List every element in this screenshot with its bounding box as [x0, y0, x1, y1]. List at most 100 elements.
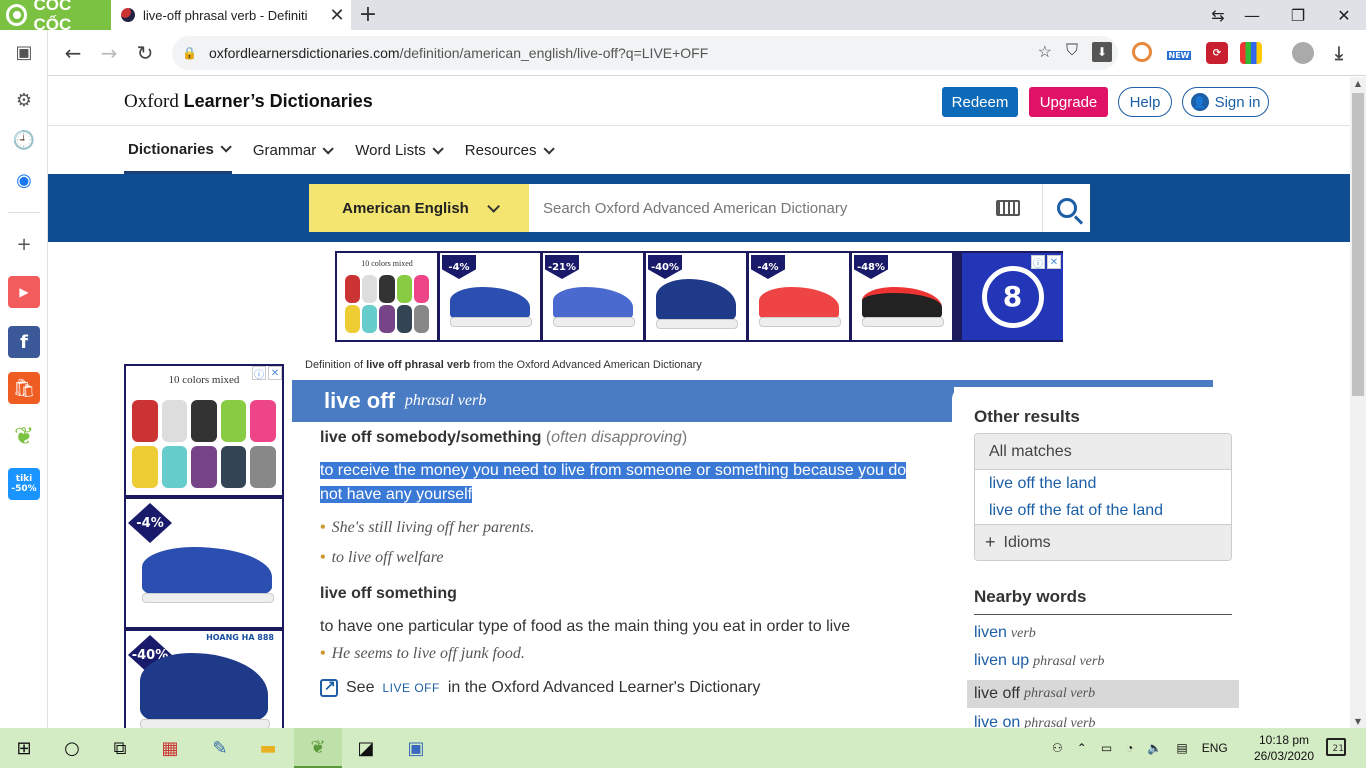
browser-tab-active[interactable]: live-off phrasal verb - Definiti ✕	[111, 0, 351, 30]
keyboard-tray-icon[interactable]: ▤	[1176, 741, 1187, 755]
sidebar-panel-icon[interactable]: ▣	[8, 36, 40, 68]
side-ad-close-icon[interactable]: ✕	[268, 366, 282, 380]
notification-center-icon[interactable]: 21	[1326, 738, 1346, 756]
search-circle-icon[interactable]: ○	[48, 728, 96, 768]
profile-avatar[interactable]	[1292, 42, 1314, 64]
youtube-icon[interactable]: ▶	[8, 276, 40, 308]
download-page-icon[interactable]: ⬇	[1092, 42, 1112, 62]
dictionary-selector[interactable]: American English	[309, 184, 529, 232]
keyboard-icon[interactable]	[996, 200, 1020, 216]
minimize-button[interactable]: —	[1228, 0, 1276, 30]
page-scrollbar[interactable]: ▲ ▼	[1350, 77, 1366, 728]
upgrade-button[interactable]: Upgrade	[1029, 87, 1108, 117]
extension-grid-icon[interactable]	[1240, 42, 1262, 64]
search-button[interactable]	[1042, 184, 1090, 232]
close-tab-icon[interactable]: ✕	[327, 5, 347, 26]
ad-tile-shoe[interactable]: -21%	[543, 253, 643, 340]
idioms-toggle[interactable]: + Idioms	[975, 524, 1231, 560]
scrollbar-thumb[interactable]	[1352, 93, 1364, 396]
volume-icon[interactable]: 🔈	[1147, 741, 1162, 755]
taskbar-clock[interactable]: 10:18 pm 26/03/2020	[1252, 732, 1316, 764]
tray-chevron-up-icon[interactable]: ⌃	[1077, 741, 1087, 755]
extension-red-icon[interactable]: ⟳	[1206, 42, 1228, 64]
nearby-divider	[974, 614, 1232, 615]
coccoc-menu-button[interactable]: CỐC CỐC	[0, 0, 111, 34]
extension-new-icon[interactable]: NEW	[1166, 44, 1192, 66]
nearby-word-current[interactable]: live off phrasal verb	[967, 680, 1239, 708]
scroll-up-icon[interactable]: ▲	[1350, 79, 1366, 88]
ad-tile-shoe[interactable]: -4%	[440, 253, 540, 340]
ad-info-icon[interactable]: ⓘ	[1031, 255, 1045, 270]
forward-button[interactable]: →	[94, 38, 124, 68]
wifi-icon[interactable]: ◔	[1126, 741, 1133, 755]
side-ad-tile-shoe[interactable]: -4%	[126, 499, 282, 627]
nearby-word-pos: verb	[1010, 626, 1036, 641]
shopee-icon[interactable]: 🛍	[8, 372, 40, 404]
shield-icon[interactable]: ⛉	[1066, 42, 1078, 62]
add-sidebar-item-icon[interactable]: +	[8, 228, 40, 260]
site-logo[interactable]: Oxford Learner’s Dictionaries	[124, 91, 373, 113]
battery-icon[interactable]: ▭	[1101, 741, 1112, 755]
ad-tile-shoe[interactable]: -4%	[749, 253, 849, 340]
settings-gear-icon[interactable]: ⚙	[8, 84, 40, 116]
windows-taskbar: ⊞ ○ ⧉ ▦ ✎ ▬ ❦ ◪ ▣ ⚇ ⌃ ▭ ◔ 🔈 ▤ ENG 10:18 …	[0, 728, 1366, 768]
coccoc-taskbar-icon[interactable]: ❦	[294, 728, 342, 768]
ad-brand-logo[interactable]: 8 ⓘ ✕	[962, 253, 1063, 340]
notepad-app-icon[interactable]: ◪	[342, 728, 390, 768]
close-window-button[interactable]: ✕	[1320, 0, 1366, 30]
maximize-button[interactable]: ❐	[1274, 0, 1322, 30]
downloads-icon[interactable]: ⤓	[1328, 42, 1350, 64]
nav-dictionaries[interactable]: Dictionaries	[124, 127, 232, 174]
ad-close-icon[interactable]: ✕	[1047, 255, 1061, 269]
redeem-button[interactable]: Redeem	[942, 87, 1018, 117]
external-link-icon	[320, 677, 338, 697]
task-view-icon[interactable]: ⧉	[96, 728, 144, 768]
reload-button[interactable]: ↻	[130, 38, 160, 68]
nav-grammar[interactable]: Grammar	[249, 127, 334, 174]
facebook-icon[interactable]: f	[8, 326, 40, 358]
tiki-icon[interactable]: tiki -50%	[8, 468, 40, 500]
discount-badge: -21%	[545, 255, 579, 279]
game-app-icon[interactable]: ▣	[392, 728, 440, 768]
nearby-word[interactable]: live on phrasal verb	[974, 714, 1095, 728]
sign-in-button[interactable]: 👤 Sign in	[1182, 87, 1269, 117]
paint-app-icon[interactable]: ✎	[196, 728, 244, 768]
nav-word-lists[interactable]: Word Lists	[351, 127, 444, 174]
part-of-speech: phrasal verb	[404, 392, 487, 409]
extension-circle-icon[interactable]	[1132, 42, 1152, 62]
input-language[interactable]: ENG	[1202, 741, 1228, 755]
address-bar[interactable]: 🔒 oxfordlearnersdictionaries.com/definit…	[172, 36, 1118, 70]
file-explorer-icon[interactable]: ▬	[244, 728, 292, 768]
right-column: Other results All matches live off the l…	[952, 387, 1252, 728]
history-icon[interactable]: 🕘	[8, 124, 40, 156]
side-ad-tile-colors[interactable]: 10 colors mixed ⓘ ✕	[126, 366, 282, 495]
match-link[interactable]: live off the land	[975, 470, 1231, 497]
side-ad-tile-shoe[interactable]: HOANG HA 888 -40%	[126, 631, 282, 728]
search-input[interactable]	[529, 184, 1042, 232]
sense-1-pv-text: live off somebody/something	[320, 429, 542, 446]
ad-banner[interactable]: 10 colors mixed -4% -21% -40% -4% -48% 8…	[335, 251, 1063, 342]
people-icon[interactable]: ⚇	[1052, 741, 1063, 755]
back-button[interactable]: ←	[58, 38, 88, 68]
photos-app-icon[interactable]: ▦	[146, 728, 194, 768]
messenger-icon[interactable]: ◉	[8, 164, 40, 196]
sense-1-phrasal-verb: live off somebody/something (often disap…	[320, 429, 930, 455]
coccoc-leaf-icon[interactable]: ❦	[8, 420, 40, 452]
windows-start-icon[interactable]: ⊞	[0, 728, 48, 768]
side-ad[interactable]: 10 colors mixed ⓘ ✕ -4% HOANG HA 888 -40…	[124, 364, 284, 728]
nearby-word[interactable]: liven verb	[974, 624, 1036, 642]
scroll-down-icon[interactable]: ▼	[1350, 717, 1366, 726]
side-ad-info-icon[interactable]: ⓘ	[252, 366, 266, 381]
see-also-link[interactable]: See LIVE OFF in the Oxford Advanced Lear…	[320, 677, 930, 697]
ad-tile-colors[interactable]: 10 colors mixed	[337, 253, 437, 340]
ad-tile-shoe[interactable]: -40%	[646, 253, 746, 340]
nav-resources[interactable]: Resources	[461, 127, 555, 174]
bookmark-star-icon[interactable]: ☆	[1038, 42, 1052, 62]
nearby-word[interactable]: liven up phrasal verb	[974, 652, 1104, 670]
all-matches-header[interactable]: All matches	[975, 434, 1231, 470]
discount-badge: -4%	[751, 255, 785, 279]
new-tab-button[interactable]: +	[356, 2, 380, 27]
ad-tile-shoe[interactable]: -48%	[852, 253, 952, 340]
match-link[interactable]: live off the fat of the land	[975, 497, 1231, 524]
help-button[interactable]: Help	[1118, 87, 1172, 117]
